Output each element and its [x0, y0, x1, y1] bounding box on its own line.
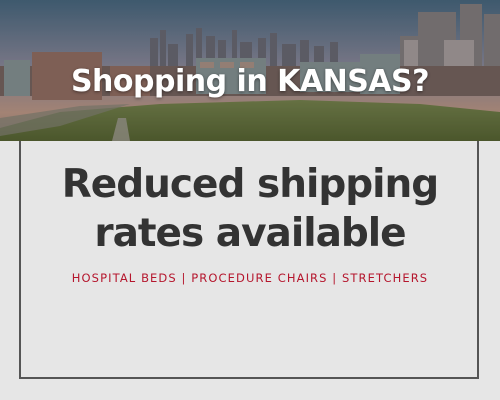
- product-categories: HOSPITAL BEDS | PROCEDURE CHAIRS | STRET…: [71, 271, 429, 285]
- banner-headline: Shopping in KANSAS?: [70, 64, 430, 99]
- skyline-banner: Shopping in KANSAS?: [0, 0, 500, 141]
- offer-line-1: Reduced shipping: [61, 162, 439, 207]
- offer-heading: Reduced shipping rates available: [0, 160, 500, 258]
- offer-line-2: rates available: [94, 211, 406, 256]
- banner-headline-wrapper: Shopping in KANSAS?: [0, 0, 500, 141]
